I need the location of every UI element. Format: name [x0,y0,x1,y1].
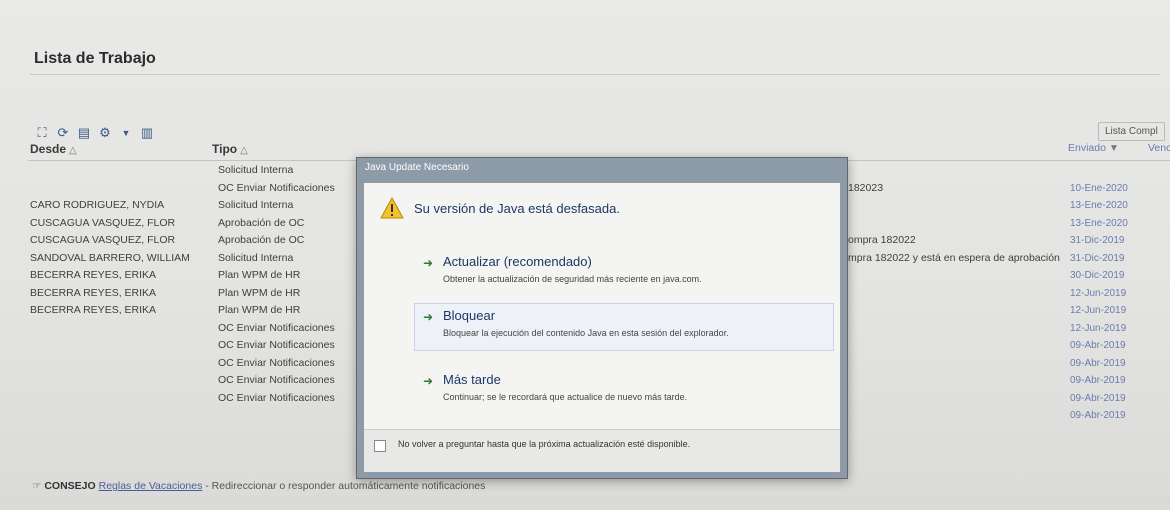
cell-enviado: 09-Abr-2019 [1070,392,1126,404]
cell-tipo: OC Enviar Notificaciones [218,374,335,386]
cell-tipo: OC Enviar Notificaciones [218,321,335,334]
dialog-body: Su versión de Java está desfasada. ➜ Act… [363,182,841,472]
column-tipo[interactable]: Tipo △ [212,142,248,156]
column-desde[interactable]: Desde △ [30,142,77,156]
full-list-button[interactable]: Lista Compl [1098,122,1165,141]
title-divider [30,74,1160,75]
tip-icon: ☞ [32,480,42,492]
cell-enviado: 09-Abr-2019 [1070,375,1126,386]
page-title: Lista de Trabajo [34,50,156,67]
warning-icon [380,197,404,219]
java-update-dialog: Java Update Necesario Su versión de Java… [356,157,848,479]
tip-prefix: CONSEJO [44,480,96,492]
cell-enviado: 12-Jun-2019 [1070,322,1127,334]
option-later-label: Más tarde [443,372,501,387]
option-block-desc: Bloquear la ejecución del contenido Java… [443,328,729,338]
dialog-heading: Su versión de Java está desfasada. [414,200,620,216]
cell-tipo: Solicitud Interna [218,251,294,264]
column-vence[interactable]: Venc [1148,142,1170,154]
cell-tipo: OC Enviar Notificaciones [218,356,335,369]
cell-tipo: Aprobación de OC [218,234,305,246]
option-update-desc: Obtener la actualización de seguridad má… [443,274,702,284]
cell-enviado: 30-Dic-2019 [1070,270,1125,281]
cell-tipo: Solicitud Interna [218,164,294,176]
expand-icon[interactable]: ⛶ [34,125,50,141]
gear-icon[interactable]: ⚙ [97,125,113,141]
cell-enviado: 10-Ene-2020 [1070,182,1128,194]
cell-enviado: 31-Dic-2019 [1070,252,1125,264]
cell-tipo: Plan WPM de HR [218,286,301,299]
cell-enviado: 09-Abr-2019 [1070,357,1126,369]
cell-tipo: Plan WPM de HR [218,304,301,316]
refresh-icon[interactable]: ⟳ [55,125,71,141]
cell-tipo: OC Enviar Notificaciones [218,391,335,404]
cell-asunto: mpra 182022 y está en espera de aprobaci… [848,251,1060,264]
option-block[interactable]: ➜ Bloquear Bloquear la ejecución del con… [414,303,834,351]
cell-desde: CUSCAGUA VASQUEZ, FLOR [30,216,176,229]
cell-enviado: 09-Abr-2019 [1070,410,1126,421]
option-later-desc: Continuar; se le recordará que actualice… [443,392,688,402]
dialog-title: Java Update Necesario [365,162,469,173]
vacation-rules-link[interactable]: Reglas de Vacaciones [99,480,203,492]
dont-ask-checkbox[interactable] [374,440,386,452]
option-update[interactable]: ➜ Actualizar (recomendado) Obtener la ac… [414,249,834,297]
cell-enviado: 12-Jun-2019 [1070,305,1127,316]
cell-tipo: OC Enviar Notificaciones [218,181,335,194]
sort-asc-icon: △ [69,145,77,156]
option-later[interactable]: ➜ Más tarde Continuar; se le recordará q… [414,367,834,415]
column-desde-label: Desde [30,142,67,156]
column-enviado-label: Enviado [1068,142,1106,154]
cell-desde: CUSCAGUA VASQUEZ, FLOR [30,234,176,246]
cell-tipo: Solicitud Interna [218,199,294,211]
option-update-label: Actualizar (recomendado) [443,254,592,269]
column-tipo-label: Tipo [212,142,238,156]
export-icon[interactable]: ▤ [76,125,92,141]
cell-enviado: 13-Ene-2020 [1070,217,1128,229]
cell-asunto: 182023 [848,181,884,194]
view-icon[interactable]: ▥ [139,125,155,141]
cell-desde: BECERRA REYES, ERIKA [30,286,157,299]
caret-down-icon[interactable]: ▼ [118,125,134,141]
arrow-right-icon: ➜ [423,256,434,270]
cell-desde: BECERRA REYES, ERIKA [30,304,157,316]
cell-desde: SANDOVAL BARRERO, WILLIAM [30,251,190,264]
cell-asunto: ompra 182022 [848,234,916,246]
cell-tipo: Aprobación de OC [218,216,305,229]
sort-desc-icon: ▼ [1108,143,1119,154]
cell-enviado: 09-Abr-2019 [1070,340,1126,351]
dialog-header: Su versión de Java está desfasada. [380,197,620,219]
cell-desde: BECERRA REYES, ERIKA [30,269,157,281]
option-block-label: Bloquear [443,308,496,323]
tip-text: - Redireccionar o responder automáticame… [202,480,486,492]
arrow-right-icon: ➜ [423,374,434,388]
cell-enviado: 13-Ene-2020 [1070,200,1128,211]
dialog-footer: No volver a preguntar hasta que la próxi… [364,429,840,472]
cell-desde: CARO RODRIGUEZ, NYDIA [30,199,165,211]
dont-ask-label: No volver a preguntar hasta que la próxi… [398,439,691,449]
tip-line: ☞ CONSEJO Reglas de Vacaciones - Redirec… [32,480,485,492]
cell-tipo: OC Enviar Notificaciones [218,339,335,351]
sort-asc-icon: △ [240,145,248,156]
cell-enviado: 31-Dic-2019 [1070,235,1125,246]
arrow-right-icon: ➜ [423,310,434,324]
grid-toolbar: ⛶ ⟳ ▤ ⚙ ▼ ▥ [34,124,155,142]
column-enviado[interactable]: Enviado ▼ [1068,142,1119,154]
cell-enviado: 12-Jun-2019 [1070,287,1127,299]
cell-tipo: Plan WPM de HR [218,269,301,281]
